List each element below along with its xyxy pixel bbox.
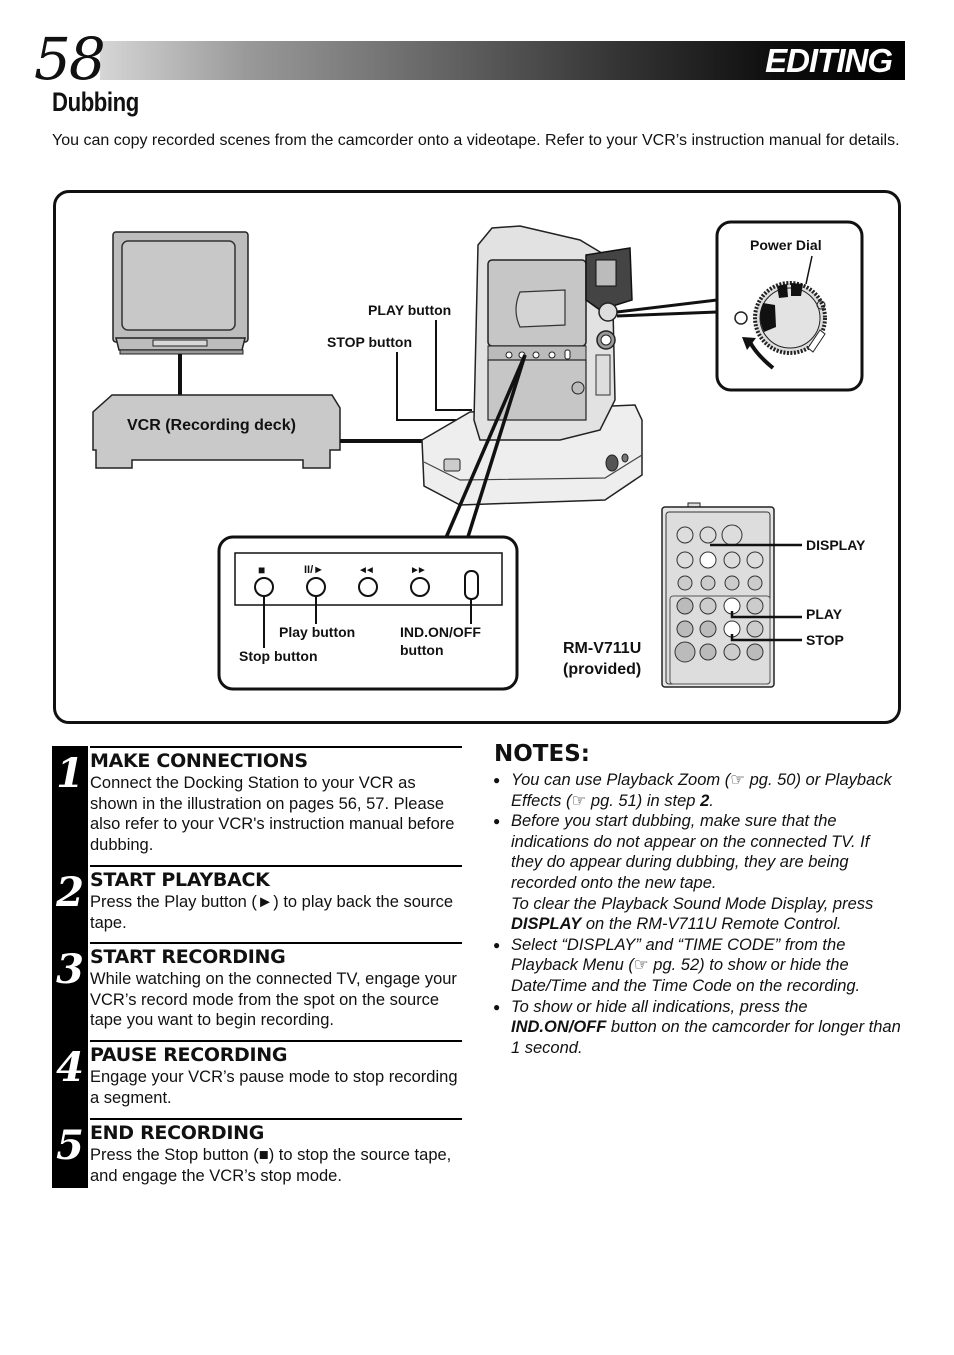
remote-display-label: DISPLAY: [806, 537, 866, 553]
step-divider: [90, 746, 462, 748]
note-text: You can use Playback Zoom (: [511, 771, 731, 789]
note-text: .: [709, 791, 714, 810]
note-item: Before you start dubbing, make sure that…: [493, 811, 905, 935]
step-title: END RECORDING: [90, 1122, 265, 1144]
reference-hand-icon: ☞: [730, 771, 745, 789]
step-body: Press the Play button (►) to play back t…: [90, 893, 454, 932]
step-body: While watching on the connected TV, enga…: [90, 970, 457, 1029]
note-bold: DISPLAY: [511, 915, 582, 934]
note-text: pg. 51) in step: [590, 791, 701, 810]
remote-display-button: [699, 551, 717, 569]
note-item: To show or hide all indications, press t…: [493, 997, 905, 1059]
note-bold: IND.ON/OFF: [511, 1018, 607, 1037]
note-item: You can use Playback Zoom (☞ pg. 50) or …: [493, 770, 905, 811]
fast-forward-glyph-icon: ►►: [410, 565, 427, 576]
notes-title: NOTES:: [494, 741, 590, 767]
note-bold: 2: [700, 791, 710, 810]
note-text: To clear the Playback Sound Mode Display…: [511, 894, 874, 913]
step-divider: [90, 1118, 462, 1120]
panel-play-button: [306, 577, 326, 597]
step-divider: [90, 1040, 462, 1042]
step-title: PAUSE RECORDING: [90, 1044, 288, 1066]
camcorder-icon: [473, 225, 633, 441]
step-title: MAKE CONNECTIONS: [90, 750, 308, 772]
remote-stop-label: STOP: [806, 632, 844, 648]
button-panel-callout: [217, 535, 519, 691]
step-body: Engage your VCR’s pause mode to stop rec…: [90, 1068, 458, 1107]
panel-play-label: Play button: [279, 624, 356, 640]
step-title: START PLAYBACK: [90, 869, 270, 891]
panel-rewind-button: [358, 577, 378, 597]
remote-control-icon: [661, 502, 802, 688]
stop-glyph-icon: ■: [258, 563, 266, 577]
dock-play-label: PLAY button: [368, 302, 452, 318]
step-number: 4: [56, 1044, 84, 1091]
step-divider: [90, 942, 462, 944]
vcr-label: VCR (Recording deck): [127, 417, 296, 434]
reference-hand-icon: ☞: [571, 791, 587, 810]
dock-stop-label: STOP button: [327, 334, 413, 350]
panel-stop-button: [254, 577, 274, 597]
step-number: 5: [56, 1122, 84, 1169]
step-body: Press the Stop button (■) to stop the so…: [90, 1146, 452, 1185]
step-number: 2: [56, 869, 84, 916]
remote-provided-label: (provided): [563, 661, 642, 678]
step-divider: [90, 865, 462, 867]
rewind-glyph-icon: ◄◄: [358, 565, 375, 576]
step-number: 1: [56, 750, 84, 797]
remote-play-label: PLAY: [806, 606, 843, 622]
reference-hand-icon: ☞: [633, 956, 649, 975]
step-title: START RECORDING: [90, 946, 286, 968]
panel-stop-label: Stop button: [239, 648, 318, 664]
step-body: Connect the Docking Station to your VCR …: [90, 774, 455, 854]
tv-icon: [112, 231, 249, 355]
note-item: Select “DISPLAY” and “TIME CODE” from th…: [493, 935, 905, 997]
note-text: on the RM-V711U Remote Control.: [581, 915, 842, 934]
note-text: To show or hide all indications, press t…: [511, 997, 808, 1016]
panel-ind-label-2: button: [400, 642, 444, 658]
remote-model-label: RM-V711U: [563, 640, 642, 657]
power-dial-label: Power Dial: [750, 237, 822, 253]
notes-list: You can use Playback Zoom (☞ pg. 50) or …: [493, 770, 905, 1058]
step-number: 3: [56, 946, 84, 993]
panel-ff-button: [410, 577, 430, 597]
note-text: Before you start dubbing, make sure that…: [511, 812, 870, 892]
panel-ind-button: [464, 570, 479, 600]
panel-ind-label: IND.ON/OFF: [400, 624, 481, 640]
play-pause-glyph-icon: II/►: [304, 564, 325, 576]
